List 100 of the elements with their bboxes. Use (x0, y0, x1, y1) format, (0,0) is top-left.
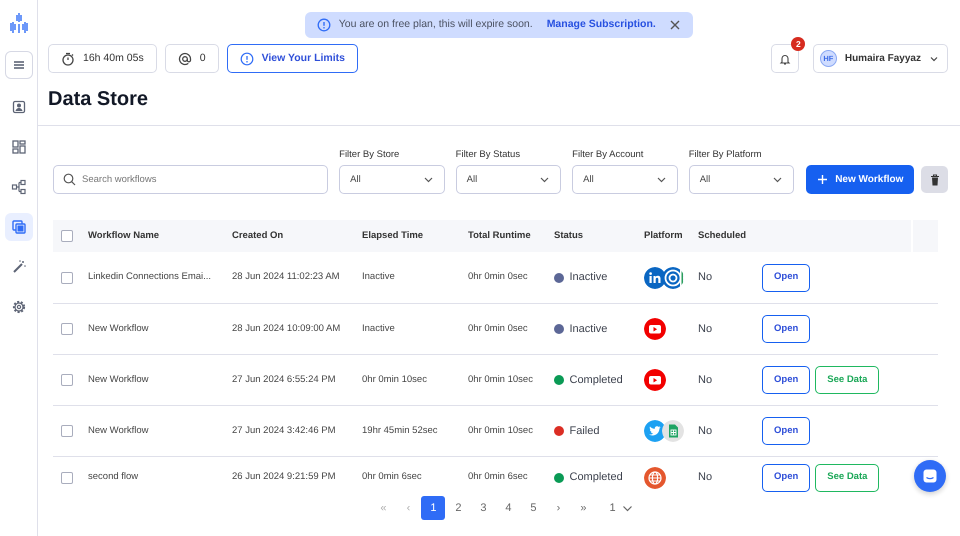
settings-icon (10, 299, 26, 315)
filter-label: Filter By Status (456, 148, 522, 162)
created-date: 28 Jun 2024 11:02:23 AM (232, 271, 340, 282)
open-button[interactable]: Open (762, 314, 810, 343)
youtube-icon (644, 368, 666, 391)
status-text: Failed (570, 424, 600, 438)
manage-subscription-link[interactable]: Manage Subscription. (546, 17, 656, 33)
filter-label: Filter By Account (572, 148, 644, 162)
linkedin-icon (644, 266, 666, 288)
notification-count: 2 (791, 37, 806, 51)
chat-icon (922, 468, 938, 484)
column-header: Workflow Name (88, 230, 160, 242)
info-icon (240, 52, 254, 66)
globe-icon (644, 466, 666, 488)
search-field[interactable]: Search workflows (53, 165, 328, 194)
status-text: Completed (570, 470, 623, 486)
timer-value: 16h 40m 05s (83, 50, 144, 66)
created-date: 26 Jun 2024 9:21:59 PM (232, 471, 336, 482)
new-workflow-button[interactable]: New Workflow (806, 165, 914, 194)
page-select[interactable]: 1 (602, 496, 640, 520)
row-checkbox[interactable] (61, 424, 73, 437)
total-runtime: 0hr 0min 0sec (468, 271, 528, 282)
close-icon (669, 19, 682, 31)
see-data-button[interactable]: See Data (815, 366, 880, 394)
workflow-name: New Workflow (88, 424, 149, 436)
open-button[interactable]: Open (762, 366, 810, 394)
info-icon (316, 18, 331, 32)
status-text: Inactive (570, 270, 608, 286)
total-runtime: 0hr 0min 0sec (468, 322, 528, 334)
column-header: Scheduled (698, 230, 746, 242)
magic-wand-icon (10, 259, 26, 275)
scheduled-value: No (698, 322, 712, 334)
elapsed-time: 19hr 45min 52sec (362, 424, 438, 436)
scheduled-value: No (698, 374, 712, 386)
at-sign-icon (178, 52, 192, 66)
elapsed-time: 0hr 0min 6sec (362, 471, 422, 482)
stopwatch-icon (61, 52, 75, 66)
alert-message: You are on free plan, this will expire soon. (338, 17, 533, 32)
scheduled-value: No (698, 424, 712, 436)
view-limits-button[interactable]: View Your Limits (226, 44, 358, 73)
workflow-name: New Workflow (88, 322, 149, 334)
created-date: 27 Jun 2024 3:42:46 PM (232, 424, 336, 436)
open-button[interactable]: Open (762, 464, 810, 492)
page-button[interactable]: 5 (521, 496, 546, 520)
scheduled-value: No (698, 471, 712, 484)
menu-button[interactable] (4, 51, 32, 79)
youtube-icon (644, 318, 666, 340)
logo-icon (8, 12, 30, 34)
row-checkbox[interactable] (61, 472, 73, 484)
filter-dropdown[interactable]: All (456, 165, 562, 194)
created-date: 27 Jun 2024 6:55:24 PM (232, 374, 336, 385)
search-icon (63, 173, 76, 186)
elapsed-time: Inactive (362, 322, 395, 334)
flow-diagram-icon (10, 179, 26, 195)
delete-button[interactable] (921, 166, 948, 194)
select-all-checkbox[interactable] (61, 230, 73, 242)
workflow-name: Linkedin Connections Emai... (88, 271, 212, 282)
workflow-name: second flow (88, 471, 138, 482)
page-button[interactable]: 3 (471, 496, 496, 520)
filter-dropdown[interactable]: All (688, 165, 794, 194)
scheduled-value: No (698, 271, 712, 284)
filter-dropdown[interactable]: All (572, 165, 678, 194)
elapsed-time: Inactive (362, 271, 395, 282)
target-icon (662, 266, 684, 288)
open-button[interactable]: Open (762, 264, 810, 292)
last-page-button[interactable]: » (571, 496, 596, 520)
see-data-button[interactable]: See Data (815, 464, 880, 492)
bell-icon (779, 52, 792, 64)
total-runtime: 0hr 0min 6sec (468, 471, 528, 482)
row-checkbox[interactable] (61, 322, 73, 335)
column-header: Platform (644, 230, 683, 242)
column-header: Created On (232, 230, 284, 242)
column-header: Elapsed Time (362, 230, 424, 242)
created-date: 28 Jun 2024 10:09:00 AM (232, 322, 340, 334)
column-header: Total Runtime (468, 230, 531, 242)
data-store-nav-item[interactable] (4, 213, 32, 241)
row-checkbox[interactable] (61, 272, 73, 284)
stacked-squares-icon (10, 219, 26, 235)
column-header: Status (554, 230, 584, 242)
total-runtime: 0hr 0min 10sec (468, 374, 533, 385)
spreadsheet-icon (662, 420, 684, 442)
row-checkbox[interactable] (61, 374, 73, 386)
chat-button[interactable] (914, 460, 946, 492)
filter-dropdown[interactable]: All (339, 165, 445, 194)
page-button[interactable]: 2 (446, 496, 470, 520)
status-text: Inactive (570, 322, 608, 336)
total-runtime: 0hr 0min 10sec (468, 424, 533, 436)
workflow-name: New Workflow (88, 374, 149, 385)
mentions-count: 0 (200, 50, 206, 66)
status-text: Completed (570, 372, 623, 388)
close-button[interactable] (669, 19, 682, 31)
elapsed-time: 0hr 0min 10sec (362, 374, 427, 385)
page-title: Data Store (48, 87, 150, 111)
open-button[interactable]: Open (762, 416, 810, 445)
page-button[interactable]: 4 (496, 496, 520, 520)
dashboard-icon (10, 139, 26, 155)
page-button[interactable]: 1 (421, 496, 446, 520)
contact-card-icon (10, 99, 26, 115)
next-page-button[interactable]: › (546, 496, 570, 520)
plus-icon (817, 174, 828, 186)
